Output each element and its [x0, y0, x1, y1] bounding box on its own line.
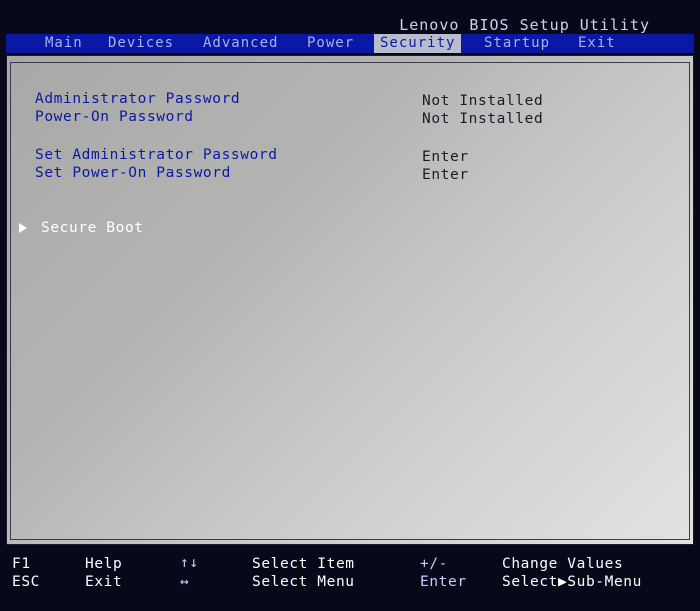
- help-footer: F1 Help ESC Exit ↑↓ Select Item ↔ Select…: [0, 548, 700, 611]
- plusminus-action: Change Values: [502, 556, 624, 572]
- tab-main[interactable]: Main: [45, 34, 83, 53]
- admin-password-value: Not Installed: [422, 93, 544, 109]
- bios-screen: Lenovo BIOS Setup Utility Main Devices A…: [0, 0, 700, 611]
- leftright-arrows-icon: ↔: [180, 574, 190, 590]
- esc-key: ESC: [12, 574, 40, 590]
- admin-password-label: Administrator Password: [35, 91, 241, 107]
- leftright-action: Select Menu: [252, 574, 355, 590]
- poweron-password-label: Power-On Password: [35, 109, 194, 125]
- set-poweron-password-value[interactable]: Enter: [422, 167, 469, 183]
- plusminus-key: +/-: [420, 556, 448, 572]
- set-admin-password-item[interactable]: Set Administrator Password: [35, 147, 278, 163]
- bios-title: Lenovo BIOS Setup Utility: [399, 16, 650, 34]
- secure-boot-submenu[interactable]: Secure Boot: [19, 220, 144, 236]
- tab-startup[interactable]: Startup: [484, 34, 550, 53]
- tab-exit[interactable]: Exit: [578, 34, 616, 53]
- poweron-password-value: Not Installed: [422, 111, 544, 127]
- tab-devices[interactable]: Devices: [108, 34, 174, 53]
- menu-bar: Main Devices Advanced Power Security Sta…: [6, 34, 694, 53]
- submenu-arrow-icon: [19, 223, 27, 233]
- f1-action: Help: [85, 556, 123, 572]
- updown-arrows-icon: ↑↓: [180, 555, 199, 571]
- updown-action: Select Item: [252, 556, 355, 572]
- enter-action: Select▶Sub-Menu: [502, 574, 642, 590]
- tab-advanced[interactable]: Advanced: [203, 34, 278, 53]
- set-poweron-password-item[interactable]: Set Power-On Password: [35, 165, 231, 181]
- settings-panel: Administrator Password Not Installed Pow…: [6, 55, 694, 545]
- panel-frame: [10, 62, 690, 540]
- set-admin-password-value[interactable]: Enter: [422, 149, 469, 165]
- tab-power[interactable]: Power: [307, 34, 354, 53]
- tab-security[interactable]: Security: [374, 34, 462, 53]
- f1-key: F1: [12, 556, 31, 572]
- secure-boot-label: Secure Boot: [41, 220, 144, 236]
- esc-action: Exit: [85, 574, 123, 590]
- enter-key: Enter: [420, 574, 467, 590]
